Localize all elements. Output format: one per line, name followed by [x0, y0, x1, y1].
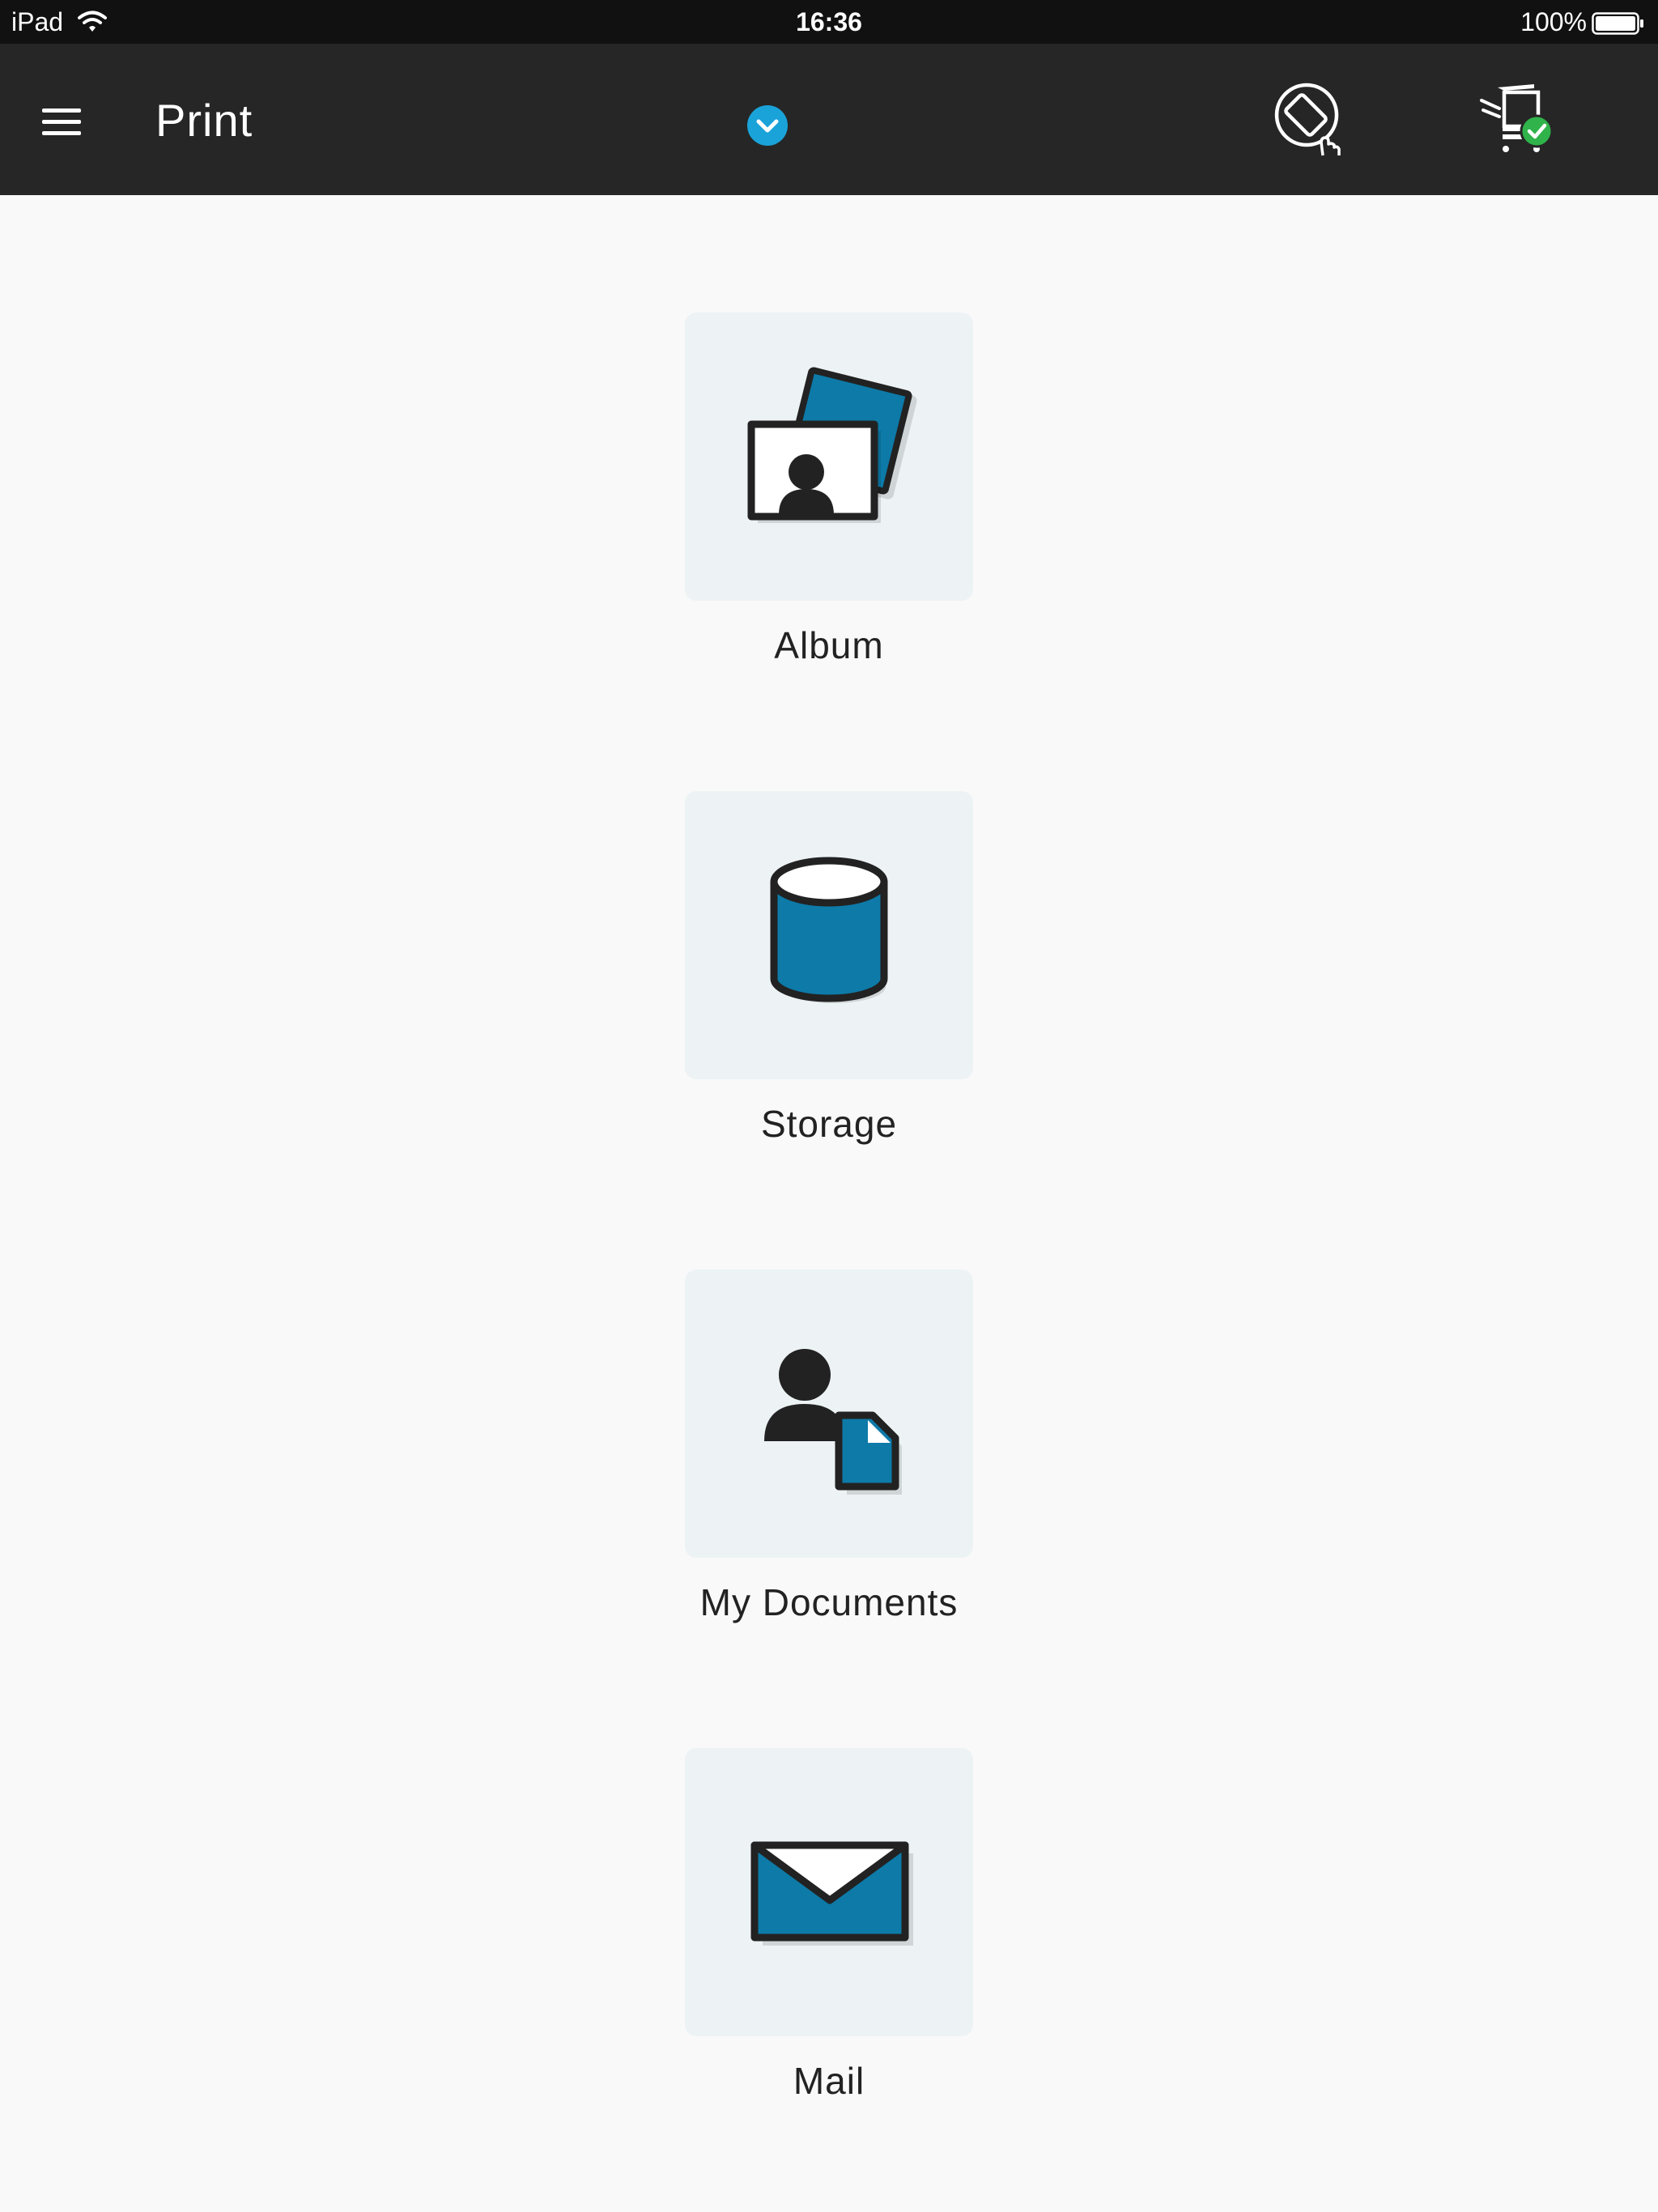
chevron-down-circle-icon [747, 105, 788, 146]
screen-rotate-icon [1274, 83, 1341, 156]
rotate-screen-button[interactable] [1269, 79, 1350, 160]
photo-album-icon [747, 367, 917, 523]
storage-label: Storage [760, 1103, 898, 1145]
battery-percentage: 100% [1520, 7, 1587, 36]
storage-tile[interactable] [685, 791, 973, 1079]
menu-button[interactable] [32, 99, 91, 144]
album-source[interactable]: Album [685, 313, 973, 667]
hamburger-menu-icon [42, 108, 81, 135]
status-bar: iPad 16:36 100% [0, 0, 1658, 44]
my-documents-source[interactable]: My Documents [685, 1270, 973, 1624]
my-documents-tile[interactable] [685, 1270, 973, 1558]
printer-status-button[interactable] [1473, 79, 1562, 160]
storage-source[interactable]: Storage [685, 791, 973, 1146]
mail-label: Mail [793, 2060, 865, 2102]
battery-icon [1592, 11, 1645, 35]
title-dropdown-button[interactable] [746, 104, 789, 147]
navigation-bar: Print [0, 44, 1658, 195]
page-title: Print [155, 95, 253, 146]
mail-envelope-icon [750, 1841, 913, 1946]
album-tile[interactable] [685, 313, 973, 601]
storage-cylinder-icon [770, 857, 888, 1003]
my-documents-label: My Documents [699, 1581, 959, 1623]
mail-tile[interactable] [685, 1748, 973, 2036]
printer-connected-icon [1480, 84, 1554, 152]
album-label: Album [774, 624, 884, 666]
clock-time: 16:36 [796, 7, 862, 36]
mail-source[interactable]: Mail [685, 1748, 973, 2103]
my-documents-icon [764, 1349, 902, 1495]
